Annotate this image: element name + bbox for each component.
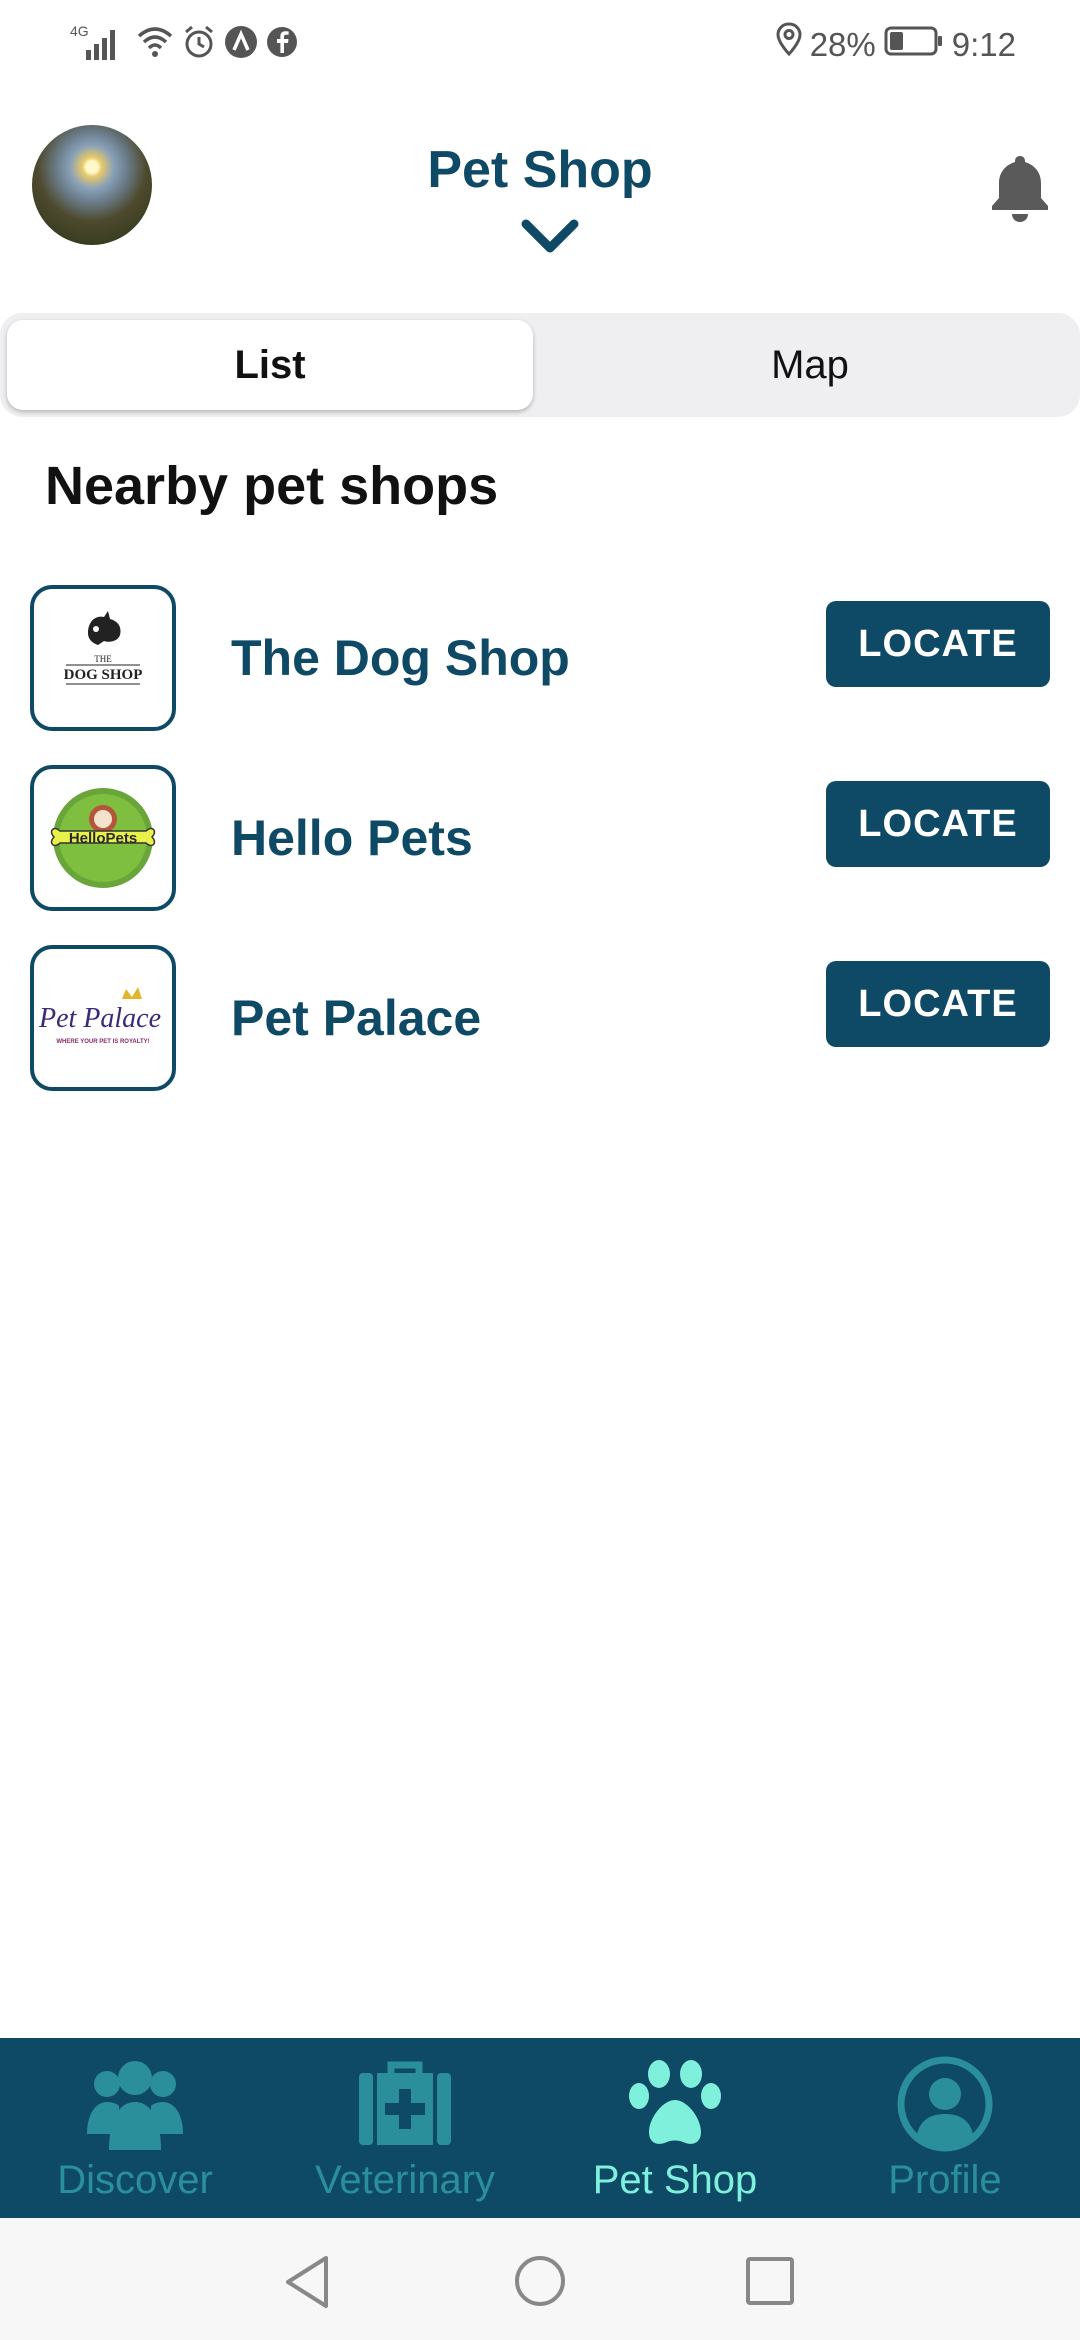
nav-label-veterinary: Veterinary xyxy=(314,2158,496,2202)
profile-icon xyxy=(897,2054,993,2154)
bottom-navigation: Discover Veterinary Pet Shop Profile xyxy=(0,2038,1080,2218)
alarm-icon xyxy=(182,25,216,64)
hello-pets-logo: HelloPets xyxy=(30,765,176,911)
locate-button[interactable]: LOCATE xyxy=(826,601,1050,687)
shop-name[interactable]: The Dog Shop xyxy=(231,585,570,731)
signal-icon: 4G xyxy=(68,22,128,67)
home-icon[interactable] xyxy=(513,2254,567,2313)
users-icon xyxy=(83,2054,187,2154)
svg-text:THE: THE xyxy=(94,654,112,664)
app-header: Pet Shop xyxy=(0,110,1080,270)
facebook-icon xyxy=(266,26,298,63)
tab-map[interactable]: Map xyxy=(540,313,1080,417)
locate-button[interactable]: LOCATE xyxy=(826,781,1050,867)
status-left-icons: 4G xyxy=(68,22,298,67)
list-item: Pet Palace WHERE YOUR PET IS ROYALTY! Pe… xyxy=(0,945,1080,1095)
svg-text:HelloPets: HelloPets xyxy=(69,830,137,847)
shop-name[interactable]: Hello Pets xyxy=(231,765,473,911)
view-toggle: List Map xyxy=(0,313,1080,417)
pet-palace-logo: Pet Palace WHERE YOUR PET IS ROYALTY! xyxy=(30,945,176,1091)
nav-label-pet-shop: Pet Shop xyxy=(592,2158,758,2202)
nav-item-veterinary[interactable]: Veterinary xyxy=(270,2038,540,2218)
system-navigation-bar xyxy=(0,2218,1080,2340)
medical-kit-icon xyxy=(357,2054,453,2154)
shop-name[interactable]: Pet Palace xyxy=(231,945,481,1091)
recent-apps-icon[interactable] xyxy=(745,2256,795,2311)
list-item: THE DOG SHOP The Dog Shop LOCATE xyxy=(0,585,1080,735)
battery-percent: 28% xyxy=(809,25,876,63)
dog-shop-logo: THE DOG SHOP xyxy=(30,585,176,731)
paw-icon xyxy=(627,2054,723,2154)
svg-text:4G: 4G xyxy=(70,23,89,39)
svg-text:Pet Palace: Pet Palace xyxy=(38,1003,161,1034)
nav-label-profile: Profile xyxy=(888,2158,1002,2202)
clock: 9:12 xyxy=(951,25,1016,63)
location-icon xyxy=(776,22,802,67)
wifi-icon xyxy=(136,24,174,65)
nav-item-pet-shop[interactable]: Pet Shop xyxy=(540,2038,810,2218)
app-notification-icon xyxy=(224,25,258,64)
list-item: HelloPets Hello Pets LOCATE xyxy=(0,765,1080,915)
page-title[interactable]: Pet Shop xyxy=(0,140,1080,200)
battery-icon xyxy=(884,23,944,67)
nav-label-discover: Discover xyxy=(57,2158,213,2202)
back-icon[interactable] xyxy=(282,2254,332,2315)
chevron-down-icon[interactable] xyxy=(520,218,580,258)
section-title: Nearby pet shops xyxy=(45,456,499,516)
status-right-icons: 28% 9:12 xyxy=(776,22,1016,67)
status-bar: 4G 28% 9:12 xyxy=(0,0,1080,90)
nav-item-discover[interactable]: Discover xyxy=(0,2038,270,2218)
locate-button[interactable]: LOCATE xyxy=(826,961,1050,1047)
svg-text:WHERE YOUR PET IS ROYALTY!: WHERE YOUR PET IS ROYALTY! xyxy=(56,1039,149,1045)
bell-icon[interactable] xyxy=(988,152,1052,224)
nav-item-profile[interactable]: Profile xyxy=(810,2038,1080,2218)
svg-text:DOG SHOP: DOG SHOP xyxy=(64,667,143,683)
tab-list[interactable]: List xyxy=(7,320,533,410)
